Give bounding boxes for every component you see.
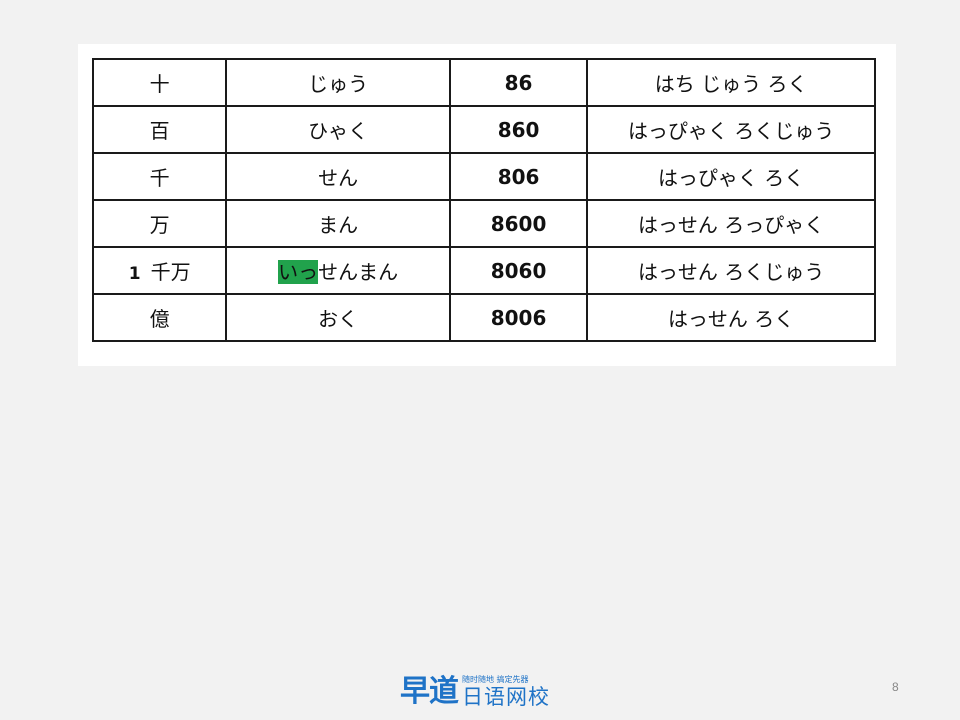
logo-school-name: 日语网校: [462, 685, 550, 709]
page-number: 8: [892, 680, 899, 694]
reading-cell: ひゃく: [225, 105, 451, 154]
logo-mark: 早道: [400, 674, 459, 709]
logo-slogan: 随时随地 搞定先器: [462, 675, 529, 684]
table-row: 十 じゅう 86 はち じゅう ろく: [91, 58, 876, 107]
kanji-cell: 百: [91, 105, 228, 154]
number-reading-cell: はっぴゃく ろく: [586, 152, 876, 201]
kanji-text: 千万: [150, 260, 191, 284]
number-cell: 806: [448, 152, 589, 201]
number-reading-cell: はち じゅう ろく: [586, 58, 876, 107]
number-reading-cell: はっせん ろっぴゃく: [586, 199, 876, 248]
table-row: 万 まん 8600 はっせん ろっぴゃく: [91, 199, 876, 248]
table-row: 百 ひゃく 860 はっぴゃく ろくじゅう: [91, 105, 876, 154]
number-cell: 8600: [448, 199, 589, 248]
reading-text: せんまん: [318, 260, 399, 284]
brand-logo: 早道 随时随地 搞定先器 日语网校: [400, 672, 550, 712]
table-row: 億 おく 8006 はっせん ろく: [91, 293, 876, 342]
kanji-cell: 1 千万: [91, 246, 228, 295]
number-cell: 86: [448, 58, 589, 107]
reading-cell: いっせんまん: [225, 246, 451, 295]
reading-cell: まん: [225, 199, 451, 248]
number-reading-cell: はっぴゃく ろくじゅう: [586, 105, 876, 154]
highlighted-reading: いっ: [278, 260, 319, 284]
number-cell: 8060: [448, 246, 589, 295]
table-row: 1 千万 いっせんまん 8060 はっせん ろくじゅう: [91, 246, 876, 295]
number-reading-table: 十 じゅう 86 はち じゅう ろく 百 ひゃく 860 はっぴゃく ろくじゅう…: [91, 58, 876, 342]
kanji-cell: 十: [91, 58, 228, 107]
kanji-cell: 万: [91, 199, 228, 248]
reading-cell: じゅう: [225, 58, 451, 107]
number-cell: 860: [448, 105, 589, 154]
reading-cell: おく: [225, 293, 451, 342]
number-cell: 8006: [448, 293, 589, 342]
number-reading-cell: はっせん ろくじゅう: [586, 246, 876, 295]
reading-cell: せん: [225, 152, 451, 201]
slide-content-panel: 十 じゅう 86 はち じゅう ろく 百 ひゃく 860 はっぴゃく ろくじゅう…: [78, 44, 896, 366]
table-row: 千 せん 806 はっぴゃく ろく: [91, 152, 876, 201]
number-reading-cell: はっせん ろく: [586, 293, 876, 342]
logo-text-group: 随时随地 搞定先器 日语网校: [462, 675, 550, 709]
kanji-cell: 億: [91, 293, 228, 342]
kanji-prefix-number: 1: [128, 264, 141, 284]
kanji-cell: 千: [91, 152, 228, 201]
